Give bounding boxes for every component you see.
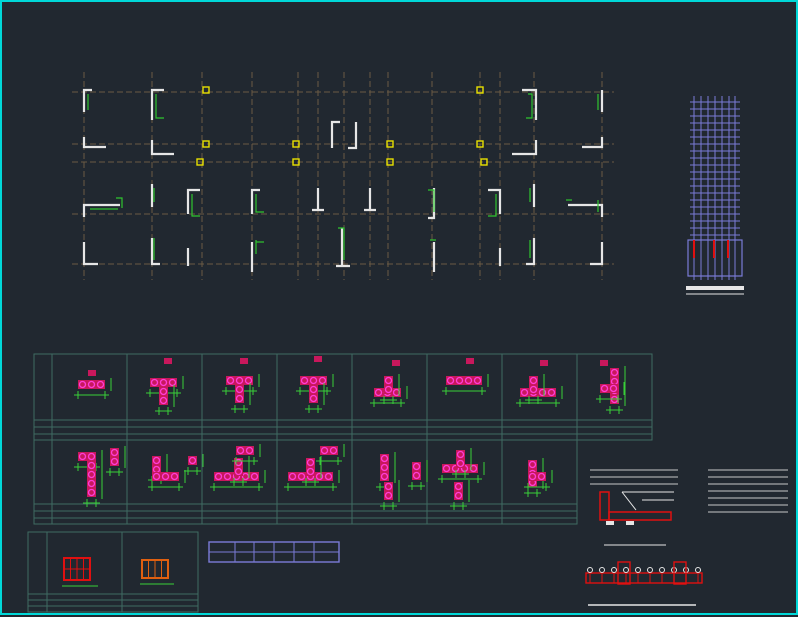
shear-wall xyxy=(150,88,164,120)
rebar-bubble xyxy=(635,567,641,573)
wall-section xyxy=(408,460,428,490)
wall-section xyxy=(83,459,103,507)
detail-tag xyxy=(88,370,96,376)
wall-section xyxy=(106,446,126,476)
wall-section xyxy=(516,386,563,407)
shear-wall xyxy=(82,203,120,217)
wall-section xyxy=(74,378,112,399)
wall-section xyxy=(442,374,489,395)
leader-line xyxy=(621,491,637,511)
section-table xyxy=(33,353,653,525)
shear-wall xyxy=(82,137,106,149)
drawing-frame xyxy=(0,0,798,615)
bottom-details xyxy=(27,469,788,613)
joint-column xyxy=(599,491,610,521)
detail-tag xyxy=(392,360,400,366)
rebar-line xyxy=(191,194,200,217)
small-table xyxy=(208,541,340,563)
joint-beam xyxy=(608,511,672,521)
detail-tag xyxy=(164,358,172,364)
joint-base xyxy=(606,521,614,525)
detail-tag xyxy=(540,360,548,366)
shear-wall xyxy=(364,188,376,212)
wall-section xyxy=(524,470,553,491)
wall-section xyxy=(305,383,325,413)
wall-section xyxy=(452,448,472,478)
shear-wall xyxy=(82,242,98,266)
shear-wall xyxy=(312,188,324,212)
cad-canvas[interactable] xyxy=(2,2,798,617)
wall-section xyxy=(155,385,175,415)
shear-wall xyxy=(150,238,160,266)
floor-plan xyxy=(72,72,614,280)
detail-tag xyxy=(314,356,322,362)
shear-wall xyxy=(590,242,604,266)
shear-wall xyxy=(568,203,604,217)
rebar-bubble xyxy=(611,567,617,573)
rebar-bubble xyxy=(659,567,665,573)
rebar-detail xyxy=(585,561,703,606)
rebar-elevation xyxy=(686,96,744,295)
rebar-line xyxy=(155,94,164,119)
shear-wall xyxy=(488,188,502,214)
shear-wall xyxy=(186,188,200,214)
wall-section xyxy=(148,470,186,491)
wall-section xyxy=(231,383,251,413)
rebar-line xyxy=(526,93,533,119)
joint-detail xyxy=(599,491,674,546)
wall-section xyxy=(184,454,204,475)
wall-section xyxy=(232,444,261,465)
rebar-bubble xyxy=(623,567,629,573)
rebar-beam xyxy=(585,572,703,584)
rebar-line xyxy=(488,194,497,217)
elevation-base xyxy=(686,286,744,290)
wall-section xyxy=(316,444,345,465)
detail-tag xyxy=(466,358,474,364)
joint-base xyxy=(626,521,634,525)
rebar-bubble xyxy=(695,567,701,573)
rebar-line xyxy=(255,194,264,213)
detail-tag xyxy=(600,360,608,366)
shear-wall xyxy=(336,228,350,268)
shear-wall xyxy=(512,140,538,156)
wall-section xyxy=(450,480,470,510)
detail-tag xyxy=(240,358,248,364)
wall-section xyxy=(380,480,400,510)
rebar-line xyxy=(116,197,123,208)
rebar-bubble xyxy=(599,567,605,573)
rebar-bubble xyxy=(587,567,593,573)
shear-wall xyxy=(150,140,174,156)
rebar-bubble xyxy=(647,567,653,573)
shear-wall xyxy=(582,137,604,149)
